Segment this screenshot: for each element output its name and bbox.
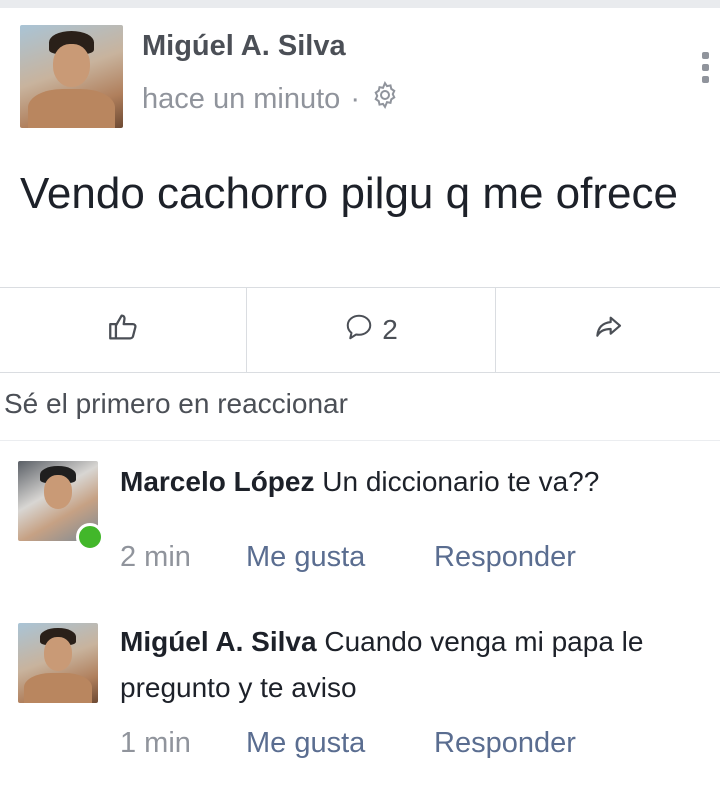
comment-body: Migúel A. Silva Cuando venga mi papa le … [120,619,715,711]
meta-separator: · [350,82,360,115]
comment-item: Marcelo López Un diccionario te va?? 2 m… [0,455,720,585]
comment-author[interactable]: Marcelo López [120,466,314,497]
like-button[interactable] [0,288,247,372]
comment-time[interactable]: 1 min [120,727,246,760]
post-timestamp[interactable]: hace un minuto [142,83,340,116]
like-comment-link[interactable]: Me gusta [246,727,434,760]
post-text: Vendo cachorro pilgu q me ofrece [20,169,678,218]
comment-author[interactable]: Migúel A. Silva [120,626,317,657]
comment-actions: 2 min Me gusta Responder [120,541,576,574]
more-options-icon[interactable] [702,52,712,86]
comment-button[interactable]: 2 [247,288,496,372]
comment-count: 2 [382,314,398,345]
reactions-prompt: Sé el primero en reaccionar [4,388,348,419]
post-meta: hace un minuto · [142,80,400,118]
share-icon [592,311,624,350]
reply-link[interactable]: Responder [434,541,576,574]
divider [0,440,720,441]
online-status-icon [76,523,104,551]
thumbs-up-icon [106,310,140,351]
comment-actions: 1 min Me gusta Responder [120,727,576,760]
gear-icon[interactable] [370,80,400,118]
post-author-name[interactable]: Migúel A. Silva [142,30,346,63]
comment-body: Marcelo López Un diccionario te va?? [120,459,715,505]
reply-link[interactable]: Responder [434,727,576,760]
top-divider [0,0,720,8]
post-author-avatar[interactable] [20,25,123,128]
share-button[interactable] [496,288,720,372]
comment-text: Un diccionario te va?? [322,466,600,497]
comment-time[interactable]: 2 min [120,541,246,574]
action-bar: 2 [0,287,720,373]
like-comment-link[interactable]: Me gusta [246,541,434,574]
commenter-avatar[interactable] [18,623,98,703]
comment-item: Migúel A. Silva Cuando venga mi papa le … [0,615,720,785]
comment-icon [344,312,374,349]
